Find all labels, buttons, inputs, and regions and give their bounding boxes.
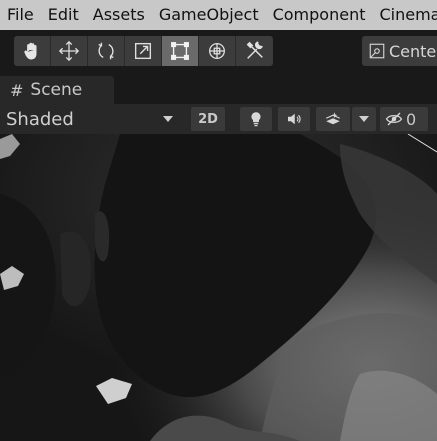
grid-hash-icon: # bbox=[10, 80, 24, 100]
rect-icon bbox=[171, 42, 189, 60]
effects-toggle[interactable] bbox=[316, 107, 350, 131]
menu-assets[interactable]: Assets bbox=[86, 0, 152, 30]
pivot-label: Center bbox=[389, 41, 437, 61]
scene-viewport[interactable] bbox=[0, 134, 437, 441]
transform-tool-button[interactable] bbox=[199, 36, 236, 66]
custom-tool-button[interactable] bbox=[236, 36, 273, 66]
lighting-toggle[interactable] bbox=[240, 107, 272, 131]
menu-cinemachine[interactable]: Cinemachine bbox=[372, 0, 437, 30]
menu-bar: File Edit Assets GameObject Component Ci… bbox=[0, 0, 437, 30]
main-toolbar: Center bbox=[0, 30, 437, 72]
mode-2d-label: 2D bbox=[198, 111, 218, 127]
shading-mode-label: Shaded bbox=[6, 108, 74, 130]
pivot-icon bbox=[369, 43, 385, 59]
menu-component[interactable]: Component bbox=[266, 0, 373, 30]
move-icon bbox=[58, 40, 80, 62]
menu-gameobject[interactable]: GameObject bbox=[152, 0, 266, 30]
speaker-icon bbox=[288, 113, 301, 125]
hidden-objects-toggle[interactable]: 0 bbox=[380, 107, 428, 131]
effects-icon bbox=[326, 112, 340, 125]
tab-bar: # Scene bbox=[0, 72, 437, 104]
hand-tool-button[interactable] bbox=[14, 36, 51, 66]
chevron-down-icon bbox=[163, 116, 173, 122]
eye-slash-icon bbox=[385, 112, 403, 126]
scale-icon bbox=[134, 42, 152, 60]
move-tool-button[interactable] bbox=[51, 36, 88, 66]
mode-2d-button[interactable]: 2D bbox=[191, 107, 225, 131]
shading-mode-dropdown[interactable]: Shaded bbox=[0, 104, 183, 134]
tab-scene[interactable]: # Scene bbox=[0, 76, 114, 104]
transform-tool-group bbox=[14, 36, 273, 66]
scene-render bbox=[0, 134, 437, 441]
transform-icon bbox=[209, 43, 225, 59]
scale-tool-button[interactable] bbox=[125, 36, 162, 66]
scene-toolbar: Shaded 2D 0 bbox=[0, 104, 437, 134]
rotate-tool-button[interactable] bbox=[88, 36, 125, 66]
lightbulb-icon bbox=[251, 112, 261, 127]
menu-edit[interactable]: Edit bbox=[41, 0, 86, 30]
effects-dropdown[interactable] bbox=[352, 107, 376, 131]
rotate-icon bbox=[98, 42, 114, 60]
rect-tool-button[interactable] bbox=[162, 36, 199, 66]
tab-scene-label: Scene bbox=[30, 80, 83, 100]
tools-icon bbox=[246, 41, 263, 59]
hand-icon bbox=[24, 42, 37, 60]
effects-chevron-down-icon bbox=[359, 116, 369, 122]
hidden-count: 0 bbox=[406, 109, 417, 129]
audio-toggle[interactable] bbox=[278, 107, 310, 131]
pivot-center-toggle[interactable]: Center bbox=[362, 36, 437, 66]
menu-file[interactable]: File bbox=[0, 0, 41, 30]
